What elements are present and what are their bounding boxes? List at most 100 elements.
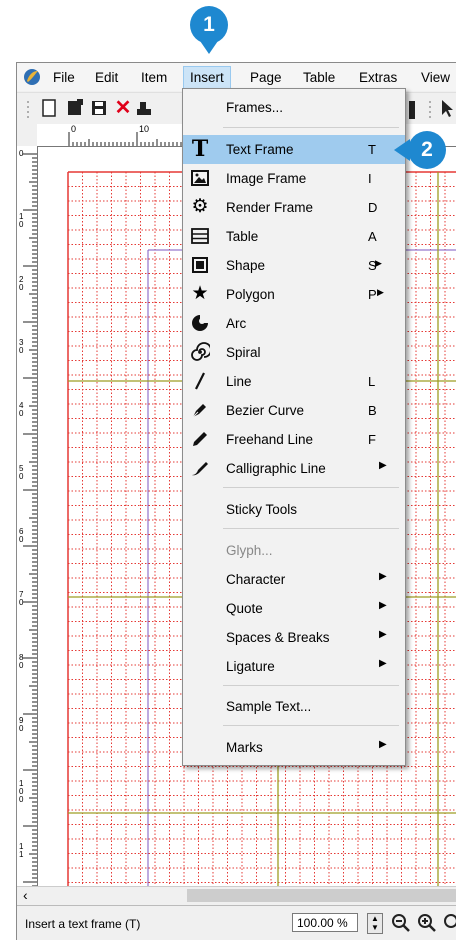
- menu-file[interactable]: File: [53, 70, 75, 85]
- menu-item-label: Ligature: [226, 659, 275, 674]
- new-document-icon[interactable]: [39, 98, 59, 118]
- insert-menu-dropdown: Frames... T Text Frame T Image Frame I ⚙…: [182, 88, 406, 766]
- menu-item-label: Render Frame: [226, 200, 314, 215]
- scribus-app-icon: [24, 69, 40, 85]
- menu-item-label: Bezier Curve: [226, 403, 305, 418]
- calligraphic-icon: [192, 462, 208, 476]
- menu-item-sample-text[interactable]: Sample Text...: [183, 692, 405, 721]
- vertical-ruler-label: 5 0: [19, 464, 24, 481]
- zoom-reset-icon[interactable]: [443, 913, 456, 933]
- text-frame-icon: T: [191, 136, 209, 162]
- submenu-arrow-icon: ▶: [379, 571, 387, 582]
- menu-item-label: Spaces & Breaks: [226, 630, 330, 645]
- submenu-arrow-icon: ▶: [379, 629, 387, 640]
- submenu-arrow-icon: ▶: [379, 739, 387, 750]
- menu-item-label: Sample Text...: [226, 699, 312, 714]
- horizontal-scrollbar[interactable]: ‹: [17, 886, 456, 905]
- step-1-number: 1: [203, 13, 215, 36]
- menu-item-shortcut: I: [368, 171, 372, 186]
- menu-extras[interactable]: Extras: [359, 70, 397, 85]
- menu-item-shortcut: T: [368, 142, 376, 157]
- scroll-left-arrow-icon[interactable]: ‹: [23, 887, 28, 903]
- close-document-icon[interactable]: ✕: [113, 98, 133, 118]
- menu-item-label: Marks: [226, 740, 263, 755]
- polygon-icon: ★: [191, 283, 209, 304]
- menu-item-freehand-line[interactable]: Freehand Line F: [183, 425, 405, 454]
- submenu-arrow-icon: ▶: [379, 600, 387, 611]
- freehand-icon: [193, 432, 207, 446]
- menu-item-quote[interactable]: Quote ▶: [183, 594, 405, 623]
- menu-item-label: Freehand Line: [226, 432, 314, 447]
- submenu-arrow-icon: ▶: [375, 258, 382, 268]
- scrollbar-thumb[interactable]: [187, 889, 456, 902]
- menu-item-marks[interactable]: Marks ▶: [183, 733, 405, 762]
- menu-bar: File Edit Item Insert Page Table Extras …: [17, 63, 456, 91]
- menu-item-label: Sticky Tools: [226, 502, 298, 517]
- print-icon[interactable]: [137, 98, 151, 118]
- vertical-ruler-label: 1 0: [19, 212, 24, 229]
- submenu-arrow-icon: ▶: [379, 658, 387, 669]
- menu-item-text-frame[interactable]: T Text Frame T: [183, 135, 405, 164]
- menu-item-frames[interactable]: Frames...: [183, 93, 405, 122]
- toolbar-grip: [27, 101, 29, 118]
- menu-item-sticky-tools[interactable]: Sticky Tools: [183, 495, 405, 524]
- menu-item-label: Glyph...: [226, 543, 273, 558]
- zoom-spinner[interactable]: ▲ ▼: [367, 913, 383, 934]
- vertical-ruler-label: 4 0: [19, 401, 24, 418]
- ruler-label-0: 0: [71, 124, 77, 134]
- menu-item-spiral[interactable]: Spiral: [183, 338, 405, 367]
- menu-item-spaces-breaks[interactable]: Spaces & Breaks ▶: [183, 623, 405, 652]
- menu-item-label: Calligraphic Line: [226, 461, 326, 476]
- menu-item-label: Table: [226, 229, 259, 244]
- step-2-callout: 2: [394, 131, 446, 169]
- menu-item-glyph[interactable]: Glyph...: [183, 536, 405, 565]
- menu-separator: [223, 528, 399, 529]
- table-icon: [191, 228, 209, 244]
- menu-item-shortcut: D: [368, 200, 378, 215]
- menu-item-label: Frames...: [226, 100, 284, 115]
- status-bar: Insert a text frame (T) 100.00 % ▲ ▼: [17, 905, 456, 940]
- menu-item-label: Character: [226, 572, 286, 587]
- menu-edit[interactable]: Edit: [95, 70, 118, 85]
- vertical-ruler-label: 3 0: [19, 338, 24, 355]
- menu-item-shape[interactable]: Shape S ▶: [183, 251, 405, 280]
- status-message: Insert a text frame (T): [25, 917, 141, 931]
- open-document-icon[interactable]: [65, 98, 85, 118]
- zoom-out-icon[interactable]: [391, 913, 411, 933]
- line-icon: [195, 372, 205, 390]
- menu-page[interactable]: Page: [250, 70, 282, 85]
- menu-item-table[interactable]: Table A: [183, 222, 405, 251]
- vertical-ruler-label: 2 0: [19, 275, 24, 292]
- menu-item-calligraphic-line[interactable]: Calligraphic Line ▶: [183, 454, 405, 483]
- menu-item-image-frame[interactable]: Image Frame I: [183, 164, 405, 193]
- menu-view[interactable]: View: [421, 70, 450, 85]
- menu-item-arc[interactable]: Arc: [183, 309, 405, 338]
- menu-item-polygon[interactable]: ★ Polygon P ▶: [183, 280, 405, 309]
- shape-icon: [192, 257, 208, 273]
- submenu-arrow-icon: ▶: [379, 460, 387, 471]
- vertical-ruler-label: 6 0: [19, 527, 24, 544]
- zoom-level-input[interactable]: 100.00 %: [292, 913, 358, 932]
- menu-item-character[interactable]: Character ▶: [183, 565, 405, 594]
- select-pointer-icon[interactable]: [437, 98, 456, 118]
- render-frame-icon: ⚙: [191, 196, 209, 217]
- menu-table[interactable]: Table: [303, 70, 335, 85]
- menu-item-label: Shape: [226, 258, 266, 273]
- vertical-ruler-label: 8 0: [19, 653, 24, 670]
- menu-item-ligature[interactable]: Ligature ▶: [183, 652, 405, 681]
- menu-item-label: Arc: [226, 316, 247, 331]
- menu-item-label: Image Frame: [226, 171, 307, 186]
- vertical-ruler-label: 0: [19, 149, 24, 158]
- save-icon[interactable]: [89, 98, 109, 118]
- toolbar-separator-icon: [409, 101, 415, 119]
- menu-item-shortcut: L: [368, 374, 376, 389]
- menu-item[interactable]: Item: [141, 70, 167, 85]
- vertical-ruler-label: 1 0 0: [19, 779, 24, 804]
- menu-item-bezier-curve[interactable]: Bezier Curve B: [183, 396, 405, 425]
- menu-item-line[interactable]: Line L: [183, 367, 405, 396]
- submenu-arrow-icon: ▶: [377, 287, 384, 297]
- menu-item-render-frame[interactable]: ⚙ Render Frame D: [183, 193, 405, 222]
- ruler-label-10: 10: [139, 124, 150, 134]
- menu-item-label: Line: [226, 374, 252, 389]
- zoom-in-icon[interactable]: [417, 913, 437, 933]
